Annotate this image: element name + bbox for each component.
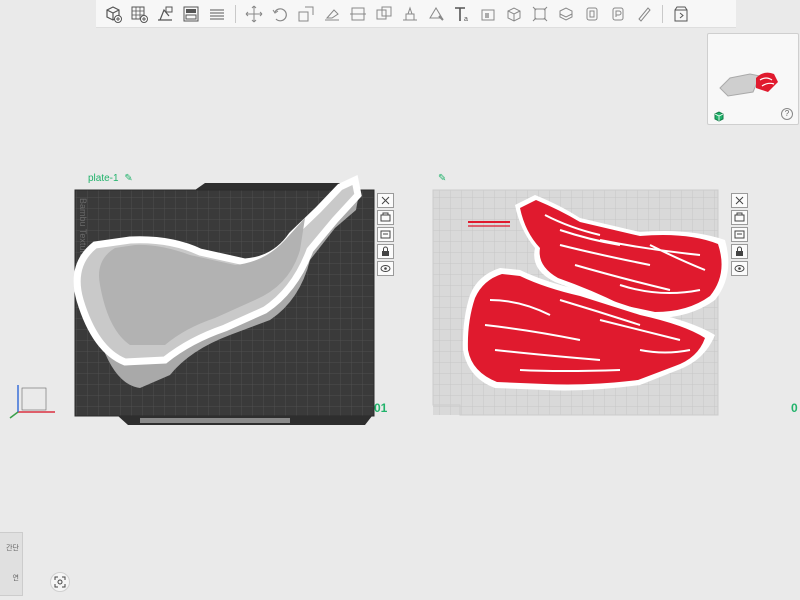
panel-line-2: 연 bbox=[12, 575, 19, 582]
arrange-plate-icon[interactable] bbox=[731, 210, 748, 225]
toolbar-separator bbox=[662, 4, 663, 23]
delete-plate-icon[interactable] bbox=[731, 193, 748, 208]
split-objects-icon[interactable] bbox=[554, 2, 578, 26]
arrange-icon[interactable] bbox=[179, 2, 203, 26]
scene-3d-view: Bambu Textured PEI Plate bbox=[9, 174, 729, 425]
orient-plate-icon[interactable] bbox=[377, 227, 394, 242]
fit-view-button[interactable] bbox=[50, 572, 70, 592]
thumbnail-preview bbox=[719, 72, 778, 97]
rotate-icon[interactable] bbox=[268, 2, 292, 26]
bottom-left-panel[interactable]: 간단 연 bbox=[0, 532, 23, 596]
orient-plate-icon[interactable] bbox=[731, 227, 748, 242]
plate-2-tools bbox=[731, 193, 748, 278]
layers-icon[interactable] bbox=[205, 2, 229, 26]
support-paint-icon[interactable] bbox=[398, 2, 422, 26]
lock-plate-icon[interactable] bbox=[377, 244, 394, 259]
plate-2-number: 0 bbox=[791, 401, 798, 415]
plate-1-tools bbox=[377, 193, 394, 278]
help-icon[interactable]: ? bbox=[781, 108, 793, 120]
paint-icon[interactable] bbox=[632, 2, 656, 26]
axis-indicator bbox=[9, 385, 55, 419]
plate-settings-icon[interactable] bbox=[731, 261, 748, 276]
bed-label-text: Bambu Textured PEI Plate bbox=[78, 198, 88, 303]
pencil-icon[interactable]: ✎ bbox=[438, 173, 446, 184]
measure-icon[interactable] bbox=[502, 2, 526, 26]
plate-2-bed bbox=[432, 189, 719, 416]
fit-view-icon bbox=[54, 576, 66, 588]
assembly-icon[interactable] bbox=[528, 2, 552, 26]
add-object-icon[interactable] bbox=[101, 2, 125, 26]
plate-1-bed: Bambu Textured PEI Plate bbox=[74, 183, 375, 425]
collapse-icon[interactable] bbox=[669, 2, 693, 26]
boolean-icon[interactable] bbox=[372, 2, 396, 26]
move-icon[interactable] bbox=[242, 2, 266, 26]
meat-model-3d bbox=[73, 174, 362, 388]
lay-on-face-icon[interactable] bbox=[320, 2, 344, 26]
delete-plate-icon[interactable] bbox=[377, 193, 394, 208]
emboss-icon[interactable] bbox=[476, 2, 500, 26]
auto-orient-icon[interactable] bbox=[153, 2, 177, 26]
variable-layer-icon[interactable] bbox=[606, 2, 630, 26]
scale-icon[interactable] bbox=[294, 2, 318, 26]
plate-1-name: plate-1 bbox=[88, 173, 119, 184]
steak-models-2d bbox=[462, 195, 729, 391]
svg-text:a: a bbox=[464, 16, 468, 23]
lock-plate-icon[interactable] bbox=[731, 244, 748, 259]
panel-line-1: 간단 bbox=[6, 545, 19, 552]
plate-1-label[interactable]: plate-1 ✎ bbox=[88, 173, 133, 184]
add-plate-icon[interactable] bbox=[127, 2, 151, 26]
toolbar-separator bbox=[235, 4, 236, 23]
view-cube-icon[interactable] bbox=[713, 109, 725, 122]
arrange-plate-icon[interactable] bbox=[377, 210, 394, 225]
plate-1-number: 01 bbox=[374, 401, 388, 415]
seam-paint-icon[interactable] bbox=[424, 2, 448, 26]
plate-settings-icon[interactable] bbox=[377, 261, 394, 276]
split-parts-icon[interactable] bbox=[580, 2, 604, 26]
cut-icon[interactable] bbox=[346, 2, 370, 26]
plate-2-label[interactable]: ✎ bbox=[438, 173, 446, 184]
text-icon[interactable]: a bbox=[450, 2, 474, 26]
pencil-icon[interactable]: ✎ bbox=[124, 173, 132, 184]
plate-thumbnail-panel[interactable]: ? bbox=[707, 33, 799, 125]
main-toolbar: a bbox=[96, 0, 736, 28]
